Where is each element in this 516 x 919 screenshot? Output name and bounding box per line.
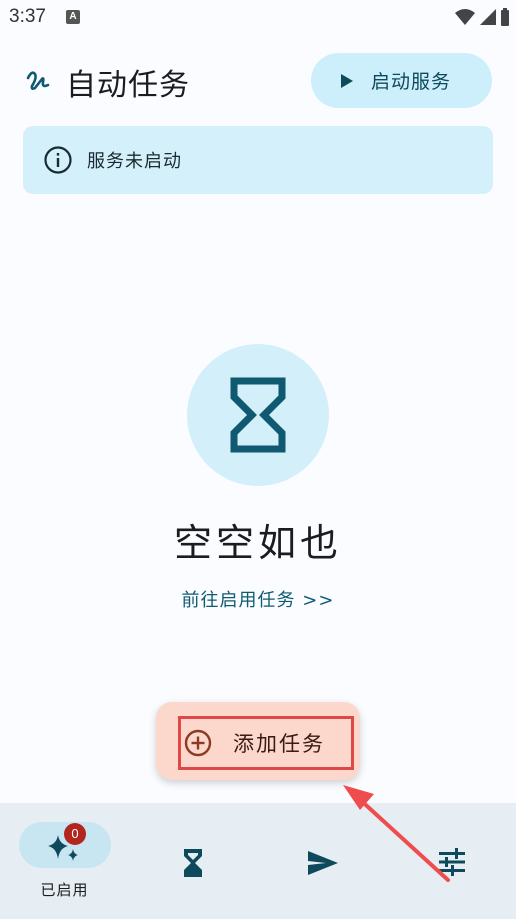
highlight-box: 添加任务 [178, 716, 354, 770]
notification-a-icon: A [66, 10, 80, 24]
status-icons [454, 7, 510, 27]
send-icon [308, 851, 338, 875]
cell-signal-icon [480, 9, 496, 25]
nav-item-pending[interactable] [143, 803, 243, 919]
nav-label-enabled: 已启用 [40, 881, 89, 899]
add-task-fab[interactable]: 添加任务 [156, 702, 360, 780]
nav-item-enabled[interactable]: 0 已启用 [0, 803, 129, 919]
service-status-text: 服务未启动 [87, 151, 182, 172]
nav-item-send[interactable] [272, 803, 372, 919]
page-title: 自动任务 [66, 68, 190, 103]
start-service-button[interactable]: 启动服务 [311, 53, 492, 108]
go-enable-tasks-link[interactable]: 前往启用任务 >> [0, 586, 516, 612]
wifi-icon [455, 9, 475, 25]
app-logo-icon [26, 71, 50, 90]
play-icon [341, 73, 353, 88]
empty-state-illustration [187, 344, 329, 486]
status-time: 3:37 [9, 6, 46, 27]
start-service-label: 启动服务 [371, 71, 452, 93]
nav-item-settings[interactable] [402, 803, 502, 919]
hourglass-icon [184, 849, 202, 877]
hourglass-icon [230, 377, 286, 453]
add-circle-icon [184, 729, 212, 757]
info-icon [44, 146, 72, 174]
tune-icon [439, 848, 465, 876]
status-bar: 3:37 A [0, 0, 516, 36]
service-status-banner: 服务未启动 [23, 126, 493, 194]
bottom-navigation: 0 已启用 [0, 803, 516, 919]
empty-state-title: 空空如也 [173, 521, 342, 565]
add-task-label: 添加任务 [233, 732, 325, 756]
enabled-count-badge: 0 [64, 823, 86, 845]
battery-icon [501, 8, 509, 26]
